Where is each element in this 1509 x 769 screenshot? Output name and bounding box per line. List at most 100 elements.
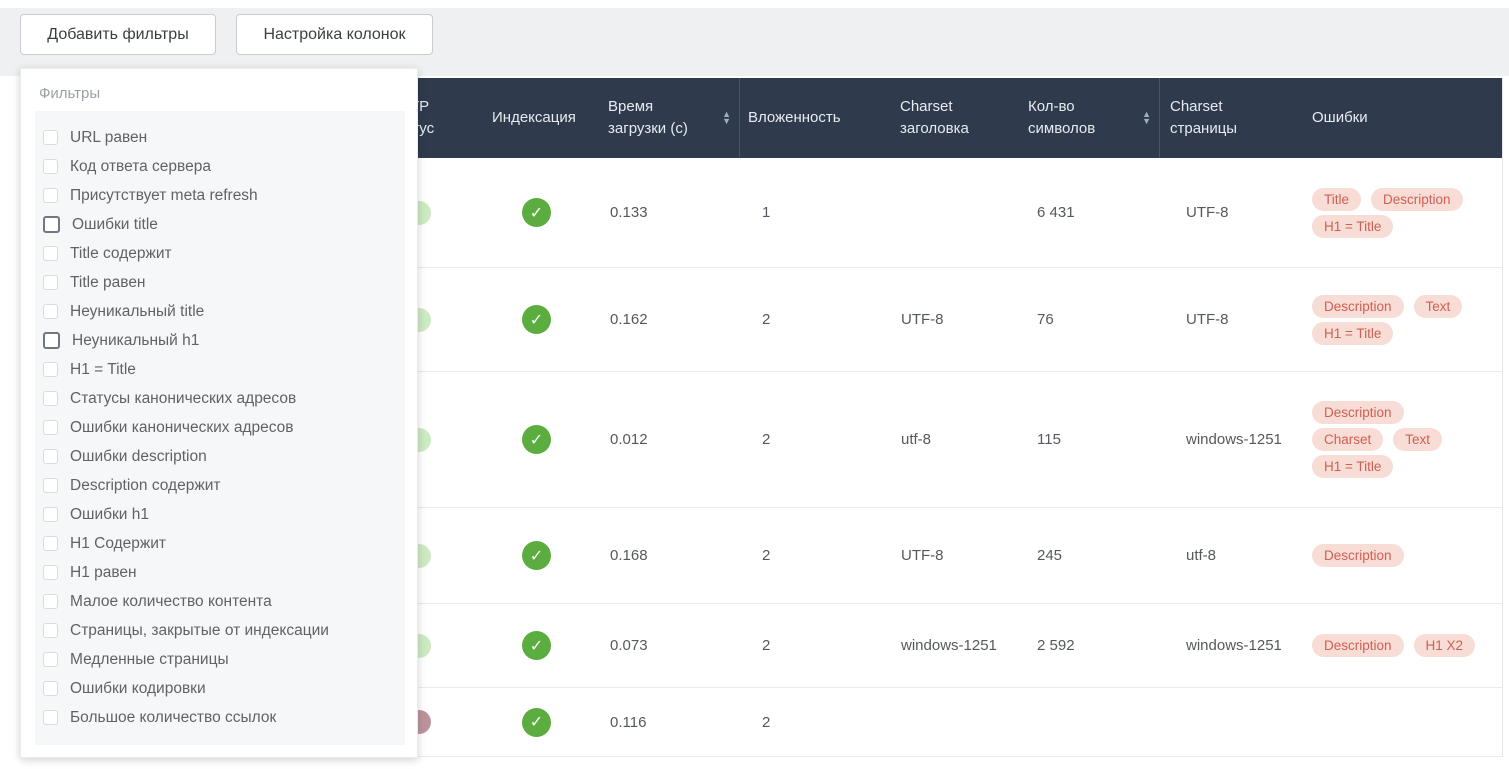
cell-indexation: ✓	[460, 631, 600, 660]
check-circle-icon: ✓	[522, 198, 551, 227]
filter-option[interactable]: H1 равен	[43, 558, 405, 587]
column-header-charset-header[interactable]: Charset заголовка	[880, 78, 1020, 158]
cell-charset-page: UTF-8	[1186, 311, 1229, 328]
filter-option-label: Статусы канонических адресов	[70, 389, 297, 407]
filter-checkbox[interactable]	[43, 623, 58, 638]
filter-option[interactable]: H1 Содержит	[43, 529, 405, 558]
column-header-nesting[interactable]: Вложенность	[740, 78, 880, 158]
column-header-indexation[interactable]: Индексация	[460, 78, 600, 158]
filter-checkbox[interactable]	[43, 710, 58, 725]
filter-option[interactable]: Title равен	[43, 268, 405, 297]
filter-checkbox[interactable]	[43, 391, 58, 406]
table-row[interactable]: 200 ✓ 0.133 1 6 431 UTF-8 TitleDescripti…	[350, 158, 1502, 268]
filter-option[interactable]: Description содержит	[43, 471, 405, 500]
cell-nesting: 2	[762, 311, 771, 328]
cell-charset-page: utf-8	[1186, 547, 1217, 564]
filter-checkbox[interactable]	[43, 188, 58, 203]
table-row[interactable]: 200 ✓ 0.012 2 utf-8 115 windows-1251 Des…	[350, 372, 1502, 508]
filter-option-label: Title содержит	[70, 244, 172, 262]
filter-option-label: Страницы, закрытые от индексации	[70, 621, 329, 639]
filter-option[interactable]: Ошибки title	[43, 210, 405, 239]
filter-option[interactable]: Неуникальный title	[43, 297, 405, 326]
filter-checkbox[interactable]	[43, 681, 58, 696]
cell-errors: Description Charset Text H1 = Title	[1300, 397, 1502, 482]
filter-option[interactable]: Статусы канонических адресов	[43, 384, 405, 413]
filter-checkbox[interactable]	[43, 594, 58, 609]
error-badge: Charset	[1312, 428, 1384, 451]
table-row[interactable]: 500 ✓ 0.116 2	[350, 688, 1502, 757]
filter-checkbox[interactable]	[43, 275, 58, 290]
cell-symbols-count: 6 431	[1037, 204, 1075, 221]
column-settings-button[interactable]: Настройка колонок	[236, 14, 433, 55]
filter-option[interactable]: Код ответа сервера	[43, 152, 405, 181]
table-row[interactable]: 200 ✓ 0.168 2 UTF-8 245 utf-8 Descriptio…	[350, 508, 1502, 604]
table-row[interactable]: 200 ✓ 0.073 2 windows-1251 2 592 windows…	[350, 604, 1502, 688]
check-circle-icon: ✓	[522, 707, 551, 737]
filter-option[interactable]: Ошибки кодировки	[43, 674, 405, 703]
filter-option[interactable]: H1 = Title	[43, 355, 405, 384]
filter-option-label: Присутствует meta refresh	[70, 186, 258, 204]
filter-checkbox[interactable]	[43, 246, 58, 261]
filter-option-label: Description содержит	[70, 476, 221, 494]
cell-charset-page: windows-1251	[1186, 637, 1282, 654]
filter-checkbox[interactable]	[43, 332, 60, 349]
cell-symbols-count: 2 592	[1037, 637, 1075, 654]
filter-checkbox[interactable]	[43, 216, 60, 233]
cell-symbols-count: 245	[1037, 547, 1063, 564]
error-badge: Description	[1312, 401, 1404, 424]
filter-option-label: Ошибки title	[72, 215, 158, 233]
cell-indexation: ✓	[460, 198, 600, 227]
filter-option-label: Неуникальный title	[70, 302, 205, 320]
column-header-charset-page[interactable]: Charset страницы	[1160, 78, 1300, 158]
cell-errors: Description H1 X2	[1300, 630, 1502, 661]
filter-checkbox[interactable]	[43, 449, 58, 464]
filter-checkbox[interactable]	[43, 565, 58, 580]
cell-nesting: 1	[762, 204, 771, 221]
filter-option-label: Код ответа сервера	[70, 157, 211, 175]
table-body: 200 ✓ 0.133 1 6 431 UTF-8 TitleDescripti…	[350, 158, 1502, 757]
cell-load-time: 0.073	[610, 637, 648, 654]
column-header-symbols-count[interactable]: Кол-во символов ▲ ▼	[1020, 78, 1160, 158]
error-badge: H1 = Title	[1312, 214, 1394, 238]
filter-checkbox[interactable]	[43, 420, 58, 435]
column-header-errors[interactable]: Ошибки	[1300, 78, 1502, 158]
filter-option[interactable]: Неуникальный h1	[43, 326, 405, 355]
filter-option-label: H1 = Title	[70, 360, 136, 378]
filter-checkbox[interactable]	[43, 507, 58, 522]
filter-option[interactable]: Ошибки description	[43, 442, 405, 471]
error-badge: H1 X2	[1413, 634, 1476, 657]
filter-checkbox[interactable]	[43, 536, 58, 551]
filter-option[interactable]: Присутствует meta refresh	[43, 181, 405, 210]
cell-errors: Description Text H1 = Title	[1300, 291, 1502, 349]
toolbar-band	[0, 8, 1509, 76]
filter-option[interactable]: Медленные страницы	[43, 645, 405, 674]
filter-option[interactable]: Ошибки канонических адресов	[43, 413, 405, 442]
column-header-load-time[interactable]: Время загрузки (с) ▲ ▼	[600, 78, 740, 158]
filter-checkbox[interactable]	[43, 478, 58, 493]
error-badge: Description	[1371, 187, 1463, 211]
filter-option[interactable]: Большое количество ссылок	[43, 703, 405, 732]
filter-list: URL равен Код ответа сервера Присутствуе…	[35, 111, 405, 745]
cell-charset-header: utf-8	[901, 431, 932, 448]
filter-option[interactable]: Страницы, закрытые от индексации	[43, 616, 405, 645]
filter-checkbox[interactable]	[43, 130, 58, 145]
sort-arrows-icon[interactable]: ▲ ▼	[722, 110, 731, 126]
cell-charset-page: windows-1251	[1186, 431, 1282, 448]
filter-checkbox[interactable]	[43, 159, 58, 174]
sort-arrows-icon[interactable]: ▲ ▼	[1142, 110, 1151, 126]
filter-option[interactable]: Title содержит	[43, 239, 405, 268]
check-circle-icon: ✓	[522, 541, 551, 570]
add-filters-button[interactable]: Добавить фильтры	[20, 14, 216, 55]
filter-checkbox[interactable]	[43, 362, 58, 377]
filter-option[interactable]: URL равен	[43, 123, 405, 152]
filter-option-label: Неуникальный h1	[72, 331, 200, 349]
filter-option[interactable]: Малое количество контента	[43, 587, 405, 616]
cell-indexation: ✓	[460, 541, 600, 570]
cell-charset-page: UTF-8	[1186, 204, 1229, 221]
filter-checkbox[interactable]	[43, 652, 58, 667]
filter-checkbox[interactable]	[43, 304, 58, 319]
table-row[interactable]: 200 ✓ 0.162 2 UTF-8 76 UTF-8 Description…	[350, 268, 1502, 372]
error-badge: Description	[1312, 294, 1404, 318]
cell-symbols-count: 76	[1037, 311, 1054, 328]
filter-option[interactable]: Ошибки h1	[43, 500, 405, 529]
